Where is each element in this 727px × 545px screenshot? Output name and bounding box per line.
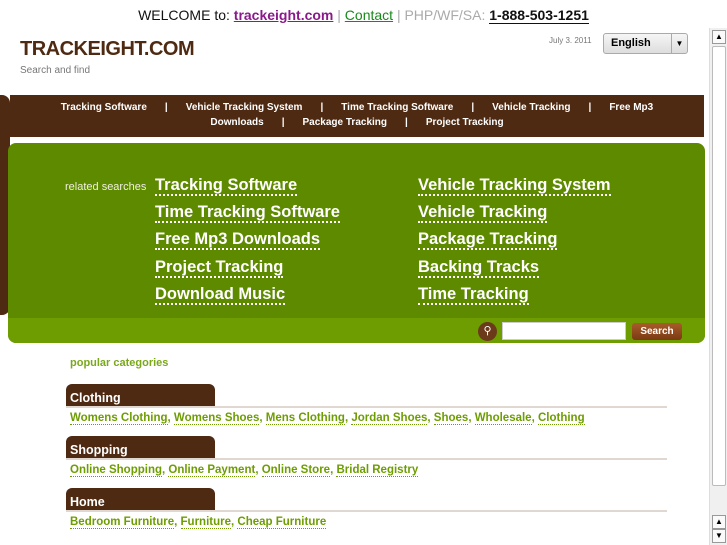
site-link[interactable]: trackeight.com — [234, 7, 334, 23]
category-link[interactable]: Jordan Shoes — [351, 412, 428, 425]
welcome-bar: WELCOME to: trackeight.com | Contact | P… — [0, 0, 727, 30]
related-search-link[interactable]: Vehicle Tracking System — [418, 176, 611, 196]
nav-divider: | — [281, 117, 285, 128]
scrollbar[interactable]: ▲ ▲ ▼ — [709, 28, 727, 545]
divider: | — [337, 7, 341, 23]
related-search-link[interactable]: Time Tracking — [418, 285, 529, 305]
category-heading: Shopping — [66, 436, 215, 458]
category-heading: Clothing — [66, 384, 215, 406]
category-link[interactable]: Online Store — [261, 464, 331, 477]
search-button[interactable]: Search — [632, 323, 682, 340]
contact-link[interactable]: Contact — [345, 7, 393, 23]
search-icon[interactable]: ⚲ — [478, 322, 497, 341]
nav-link[interactable]: Package Tracking — [303, 117, 388, 128]
phone-number: 1-888-503-1251 — [489, 7, 589, 24]
category-links: Bedroom Furniture, Furniture, Cheap Furn… — [70, 516, 327, 529]
site-title[interactable]: TRACKEIGHT.COM — [20, 38, 195, 61]
category-links: Online Shopping, Online Payment, Online … — [70, 464, 419, 477]
category-link[interactable]: Bedroom Furniture — [70, 516, 175, 529]
category-link[interactable]: Furniture — [180, 516, 232, 529]
category-link[interactable]: Shoes — [433, 412, 469, 425]
divider: | — [396, 7, 401, 23]
nav-link[interactable]: Tracking Software — [61, 102, 147, 113]
language-select[interactable]: English ▼ — [603, 33, 688, 54]
nav-divider: | — [320, 102, 324, 113]
main-nav: Tracking Software | Vehicle Tracking Syste… — [10, 95, 704, 137]
category-block: Clothing Womens Clothing, Womens Shoes, M… — [66, 384, 667, 425]
related-searches-label: related searches — [65, 181, 147, 193]
nav-link[interactable]: Time Tracking Software — [341, 102, 453, 113]
category-link[interactable]: Bridal Registry — [336, 464, 419, 477]
welcome-label: WELCOME to: — [138, 7, 230, 23]
chevron-down-icon: ▼ — [671, 34, 687, 53]
scroll-down-icon[interactable]: ▼ — [712, 529, 726, 543]
category-heading: Home — [66, 488, 215, 510]
category-links: Womens Clothing, Womens Shoes, Mens Clot… — [70, 412, 585, 425]
nav-divider: | — [164, 102, 168, 113]
scroll-up-icon[interactable]: ▲ — [712, 30, 726, 44]
date: July 3. 2011 — [549, 36, 592, 45]
nav-link[interactable]: Vehicle Tracking System — [186, 102, 303, 113]
category-block: Home Bedroom Furniture, Furniture, Cheap … — [66, 488, 667, 529]
search-input[interactable] — [502, 322, 626, 340]
related-search-link[interactable]: Free Mp3 Downloads — [155, 230, 321, 251]
language-value: English — [611, 37, 651, 49]
category-link[interactable]: Mens Clothing — [265, 412, 345, 425]
category-link[interactable]: Womens Shoes — [173, 412, 260, 425]
phone-label: PHP/WF/SA: — [404, 7, 486, 23]
related-search-link[interactable]: Backing Tracks — [418, 258, 540, 278]
category-link[interactable]: Cheap Furniture — [237, 516, 327, 529]
related-search-link[interactable]: Project Tracking — [155, 258, 284, 278]
scroll-thumb[interactable] — [712, 46, 726, 486]
nav-link[interactable]: Vehicle Tracking — [492, 102, 570, 113]
related-searches-panel — [8, 143, 705, 343]
scroll-up-icon[interactable]: ▲ — [712, 515, 726, 529]
category-link[interactable]: Clothing — [537, 412, 585, 425]
related-search-link[interactable]: Tracking Software — [155, 176, 298, 196]
related-search-link[interactable]: Time Tracking Software — [155, 203, 340, 224]
nav-divider: | — [588, 102, 592, 113]
category-link[interactable]: Wholesale — [474, 412, 532, 425]
nav-divider: | — [471, 102, 475, 113]
nav-link[interactable]: Project Tracking — [426, 117, 504, 128]
category-link[interactable]: Online Shopping — [70, 464, 162, 477]
nav-divider: | — [405, 117, 408, 128]
site-tagline: Search and find — [20, 65, 91, 76]
popular-categories-title: popular categories — [70, 357, 169, 369]
related-search-link[interactable]: Package Tracking — [418, 230, 558, 251]
category-link[interactable]: Online Payment — [168, 464, 256, 477]
related-search-link[interactable]: Vehicle Tracking — [418, 203, 548, 224]
category-link[interactable]: Womens Clothing — [70, 412, 168, 425]
category-block: Shopping Online Shopping, Online Payment,… — [66, 436, 667, 477]
related-search-link[interactable]: Download Music — [155, 285, 286, 305]
